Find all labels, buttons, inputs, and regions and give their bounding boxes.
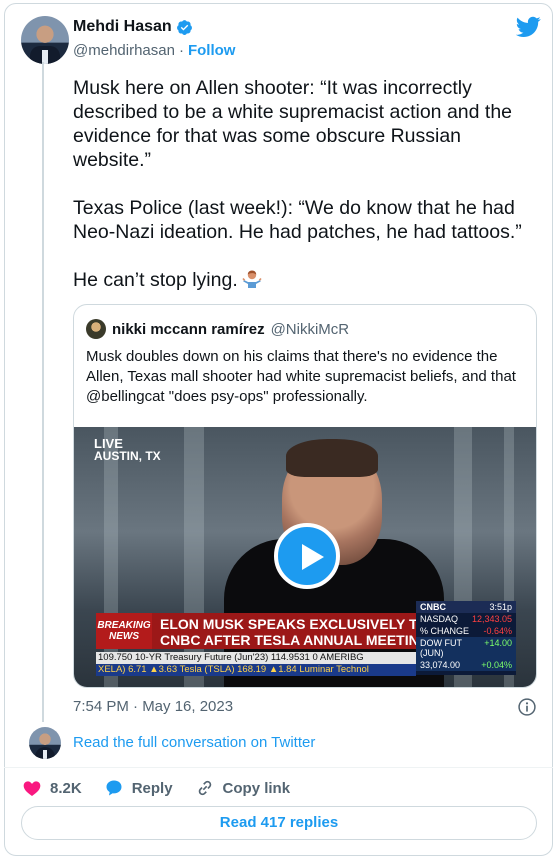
tweet-paragraph-last: He can’t stop lying.	[73, 268, 533, 292]
cnbc-logo: CNBC	[420, 602, 446, 612]
tweet-paragraph-text: He can’t stop lying.	[73, 269, 238, 291]
reply-avatar[interactable]	[29, 727, 61, 759]
author-handle-row: @mehdirhasan · Follow	[73, 42, 235, 59]
reply-bubble-icon	[106, 780, 122, 796]
read-replies-button[interactable]: Read 417 replies	[21, 806, 537, 840]
copy-link-label: Copy link	[222, 779, 291, 797]
thread-line	[42, 62, 44, 722]
reply-label: Reply	[131, 779, 173, 797]
action-bar: 8.2K Reply Copy link	[22, 778, 290, 798]
twitter-bird-icon[interactable]	[516, 16, 541, 38]
video-person-hair	[286, 439, 378, 477]
tweet-paragraph: Musk here on Allen shooter: “It was inco…	[73, 77, 513, 171]
quoted-tweet[interactable]: nikki mccann ramírez @NikkiMcR Musk doub…	[73, 304, 537, 688]
shrug-emoji-icon	[242, 270, 262, 288]
follow-button[interactable]: Follow	[188, 42, 236, 59]
breaking-news-banner: BREAKING NEWS ELON MUSK SPEAKS EXCLUSIVE…	[96, 613, 518, 649]
play-icon[interactable]	[274, 523, 340, 589]
quoted-author-avatar[interactable]	[86, 319, 106, 339]
video-player[interactable]: LIVE AUSTIN, TX CNBC 3:51p NASDAQ 12,343…	[74, 427, 536, 687]
news-headline: ELON MUSK SPEAKS EXCLUSIVELY TO CNBC AFT…	[152, 613, 416, 649]
author-handle[interactable]: @mehdirhasan	[73, 42, 175, 59]
breaking-label: BREAKING	[97, 620, 151, 631]
like-button[interactable]: 8.2K	[22, 778, 82, 798]
live-badge: LIVE AUSTIN, TX	[94, 437, 161, 463]
ticker-line-1: 109.750 10-YR Treasury Future (Jun'23) 1…	[96, 652, 416, 664]
reply-button[interactable]: Reply	[104, 778, 173, 798]
author-name[interactable]: Mehdi Hasan	[73, 18, 172, 36]
breaking-news-badge: BREAKING NEWS	[96, 613, 152, 649]
tweet-text: Musk here on Allen shooter: “It was inco…	[73, 76, 533, 316]
headline-line-2: CNBC AFTER TESLA ANNUAL MEETING	[160, 632, 416, 648]
author-name-row[interactable]: Mehdi Hasan	[73, 18, 193, 36]
cnbc-time: 3:51p	[489, 602, 512, 612]
dow-pct: +0.04%	[481, 660, 512, 670]
tweet-timestamp[interactable]: 7:54 PM · May 16, 2023	[73, 698, 233, 715]
live-location: AUSTIN, TX	[94, 449, 161, 463]
quoted-author-handle[interactable]: @NikkiMcR	[271, 321, 350, 338]
quoted-tweet-text: Musk doubles down on his claims that the…	[86, 348, 516, 405]
dow-value: 33,074.00	[420, 660, 461, 670]
link-icon	[198, 780, 211, 796]
news-label: NEWS	[109, 631, 139, 642]
separator-dot: ·	[178, 42, 184, 59]
quoted-author-name[interactable]: nikki mccann ramírez	[112, 321, 265, 338]
read-full-conversation-link[interactable]: Read the full conversation on Twitter	[73, 734, 315, 751]
headline-line-1: ELON MUSK SPEAKS EXCLUSIVELY TO	[160, 616, 416, 632]
author-avatar[interactable]	[21, 16, 69, 64]
copy-link-button[interactable]: Copy link	[195, 778, 291, 798]
likes-count: 8.2K	[50, 779, 82, 797]
verified-badge-icon	[176, 19, 192, 35]
divider	[4, 767, 553, 768]
info-icon[interactable]	[517, 697, 537, 717]
heart-icon	[23, 781, 41, 796]
tweet-paragraph: Texas Police (last week!): “We do know t…	[73, 197, 522, 243]
ticker-line-2: XELA) 6.71 ▲3.63 Tesla (TSLA) 168.19 ▲1.…	[96, 664, 416, 676]
quoted-author-row: nikki mccann ramírez @NikkiMcR	[112, 321, 349, 338]
